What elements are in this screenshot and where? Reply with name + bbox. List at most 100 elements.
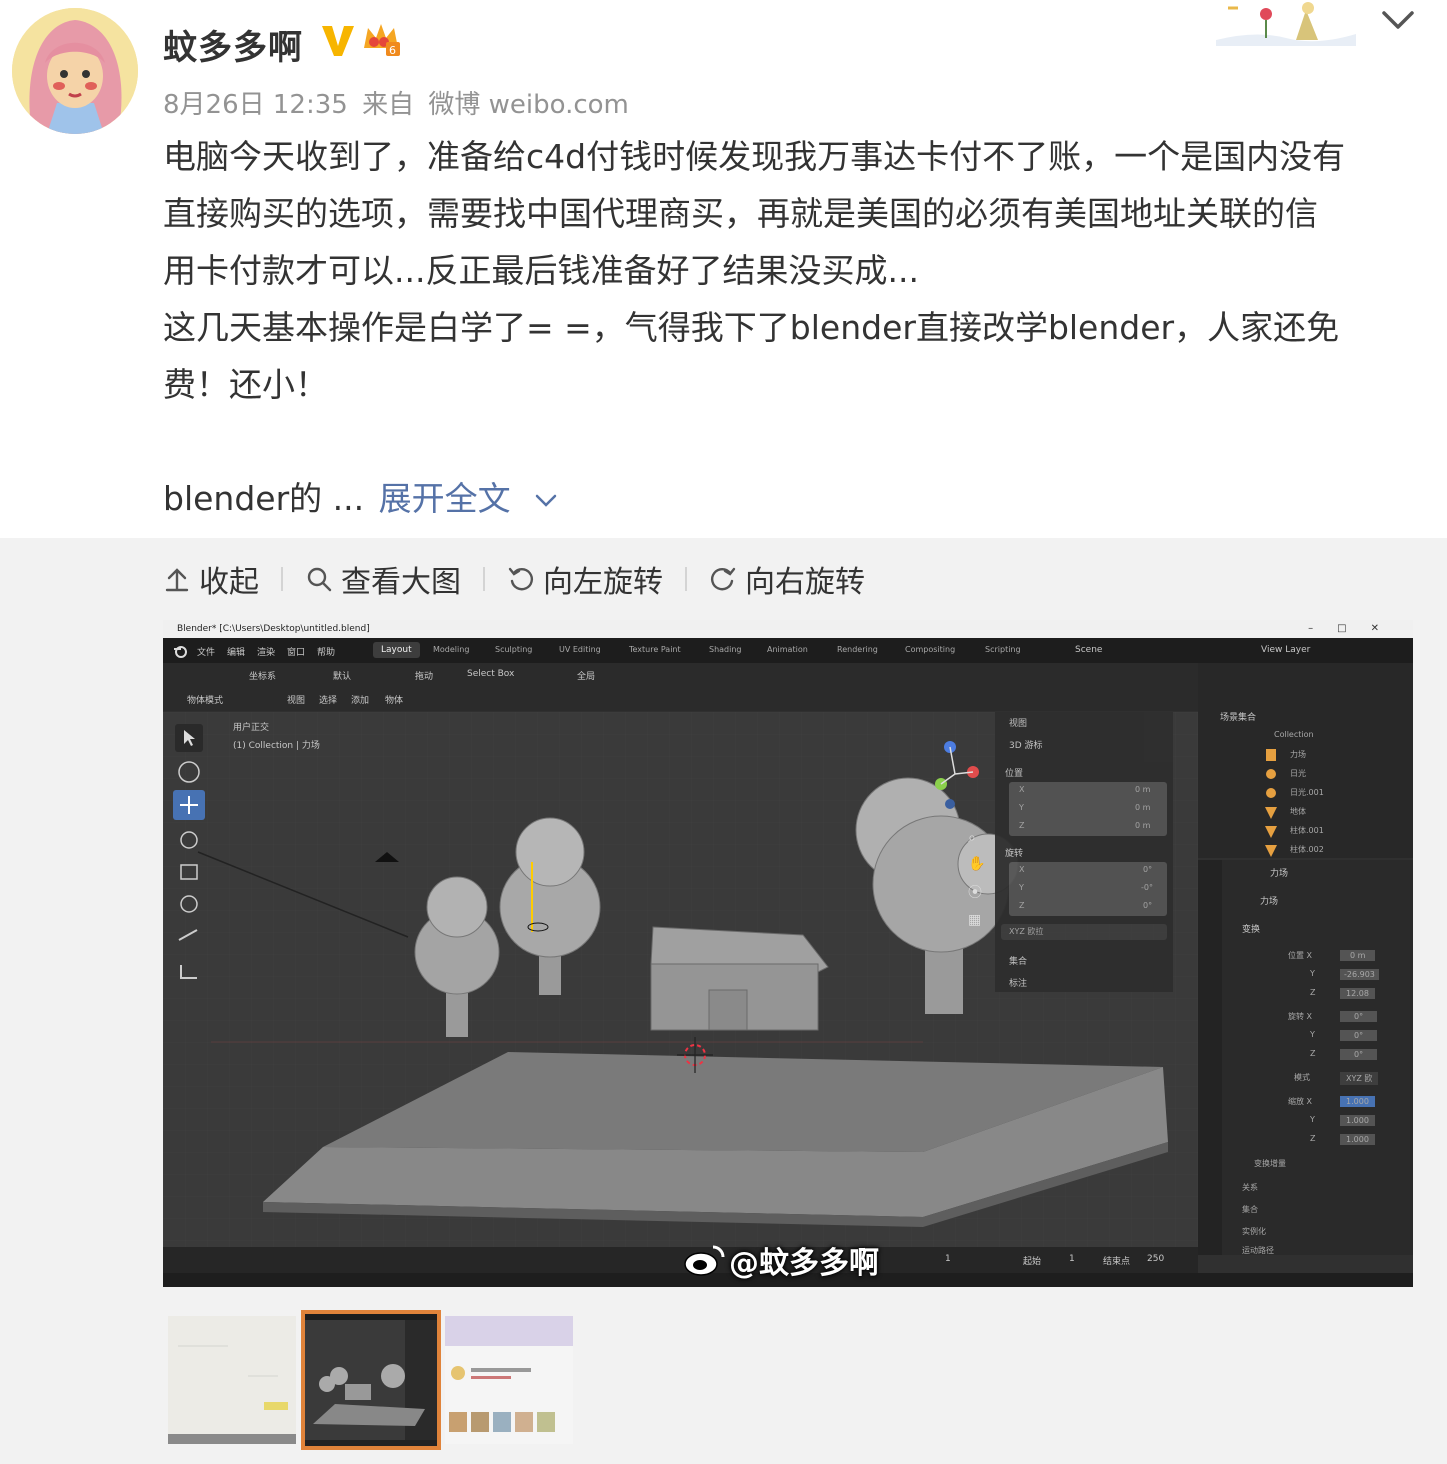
prop-subsection[interactable]: 变换增量 [1254, 1158, 1286, 1169]
collapse-button[interactable]: 收起 [163, 557, 259, 601]
prop-subsection[interactable]: 集合 [1242, 1204, 1258, 1215]
sidebar-n-panel: 视图 3D 游标 位置 X 0 m Y 0 m Z 0 m 旋转 X 0° Y … [995, 712, 1173, 992]
post-image-main[interactable]: Blender* [C:\Users\Desktop\untitled.blen… [163, 620, 1413, 1287]
outliner-object-icons [1265, 749, 1277, 857]
loc-z-value[interactable]: 0 m [1135, 821, 1150, 830]
npanel-annotation-section[interactable]: 标注 [1009, 976, 1027, 989]
tab-scripting[interactable]: Scripting [985, 645, 1021, 654]
select-box[interactable]: Select Box [467, 669, 514, 679]
toolbar-divider [685, 567, 687, 591]
outliner-item[interactable]: Collection [1274, 730, 1314, 739]
prop-value[interactable]: 1.000 [1340, 1134, 1375, 1145]
end-frame[interactable]: 250 [1147, 1254, 1164, 1264]
watermark-text: @蚊多多啊 [729, 1246, 879, 1281]
tab-modeling[interactable]: Modeling [433, 645, 469, 654]
timeline-bar: 1 起始 1 结束点 250 [163, 1247, 1198, 1273]
prop-label: Z [1310, 988, 1316, 997]
tab-layout[interactable]: Layout [373, 642, 420, 658]
orientation-label[interactable]: 坐标系 [249, 669, 276, 682]
rot-y-value[interactable]: -0° [1141, 883, 1153, 892]
prop-subsection[interactable]: 关系 [1242, 1182, 1258, 1193]
tab-uv-editing[interactable]: UV Editing [559, 645, 601, 654]
tab-texture-paint[interactable]: Texture Paint [629, 645, 681, 654]
prop-value[interactable]: 0° [1340, 1030, 1378, 1041]
tab-sculpting[interactable]: Sculpting [495, 645, 532, 654]
transform-section[interactable]: 变换 [1242, 922, 1260, 935]
outliner-root[interactable]: 场景集合 [1220, 710, 1256, 723]
npanel-collection-section[interactable]: 集合 [1009, 954, 1027, 967]
outliner-item[interactable]: 地体 [1290, 806, 1306, 817]
tab-compositing[interactable]: Compositing [905, 645, 955, 654]
menu-render[interactable]: 渲染 [257, 645, 275, 658]
object-mode[interactable]: 物体模式 [187, 693, 223, 706]
tab-rendering[interactable]: Rendering [837, 645, 878, 654]
drag-label[interactable]: 拖动 [415, 669, 433, 682]
camera-icon[interactable]: ⦿ [968, 882, 988, 902]
prop-value[interactable]: 0 m [1340, 950, 1376, 961]
menu-window[interactable]: 窗口 [287, 645, 305, 658]
prop-subsection[interactable]: 运动路径 [1242, 1245, 1274, 1256]
grid-icon[interactable]: ▦ [968, 912, 988, 928]
npanel-cursor-section[interactable]: 3D 游标 [1009, 738, 1043, 751]
end-frame-label: 结束点 [1103, 1257, 1131, 1267]
loc-x-value[interactable]: 0 m [1135, 785, 1150, 794]
view-menu[interactable]: 视图 [287, 693, 305, 706]
view-layer-selector[interactable]: View Layer [1261, 645, 1310, 655]
loc-y-value[interactable]: 0 m [1135, 803, 1150, 812]
prop-value[interactable]: 12.08 [1340, 988, 1375, 999]
start-frame[interactable]: 1 [1069, 1254, 1075, 1264]
rot-x-label: X [1019, 865, 1025, 874]
thumbnail-2-selected[interactable] [301, 1310, 441, 1450]
outliner-item[interactable]: 日光.001 [1290, 787, 1324, 798]
thumbnail-3[interactable] [445, 1316, 573, 1444]
menu-file[interactable]: 文件 [197, 645, 215, 658]
username[interactable]: 蚊多多啊 [163, 20, 303, 69]
select-menu[interactable]: 选择 [319, 693, 337, 706]
post-line: 直接购买的选项，需要找中国代理商买，再就是美国的必须有美国地址关联的信 [163, 194, 1318, 233]
prop-value[interactable]: 1.000 [1340, 1096, 1375, 1107]
post-tail-text: blender的 ... [163, 479, 365, 518]
expand-full-text-link[interactable]: 展开全文 [379, 479, 511, 518]
tab-animation[interactable]: Animation [767, 645, 808, 654]
avatar[interactable] [12, 8, 138, 134]
post-source[interactable]: 微博 weibo.com [428, 90, 629, 120]
pan-hand-icon[interactable]: ✋ [968, 856, 988, 872]
tab-shading[interactable]: Shading [709, 645, 742, 654]
prop-value[interactable]: -26.903 [1340, 969, 1379, 980]
current-frame[interactable]: 1 [945, 1254, 951, 1264]
npanel-view-section[interactable]: 视图 [1009, 716, 1027, 729]
post-date[interactable]: 8月26日 12:35 [163, 90, 348, 120]
prop-label: 缩放 X [1288, 1097, 1313, 1106]
rotate-left-button[interactable]: 向左旋转 [507, 557, 663, 601]
thumbnail-1[interactable] [168, 1316, 296, 1444]
prop-value[interactable]: 1.000 [1340, 1115, 1375, 1126]
chevron-down-icon[interactable] [1380, 4, 1416, 34]
rotation-label: 旋转 [1005, 849, 1024, 859]
prop-value[interactable]: 0° [1340, 1011, 1378, 1022]
expand-chevron-icon[interactable] [535, 494, 557, 508]
add-menu[interactable]: 添加 [351, 693, 369, 706]
view-large-button[interactable]: 查看大图 [305, 557, 461, 601]
outliner-item[interactable]: 柱体.002 [1290, 844, 1324, 855]
pivot-default[interactable]: 默认 [333, 669, 351, 682]
prop-value[interactable]: 0° [1340, 1049, 1378, 1060]
outliner-item[interactable]: 柱体.001 [1290, 825, 1324, 836]
rot-x-value[interactable]: 0° [1143, 865, 1152, 874]
prop-subsection[interactable]: 实例化 [1242, 1226, 1266, 1237]
prop-value[interactable]: XYZ 欧 [1340, 1072, 1379, 1085]
outliner-item[interactable]: 力场 [1290, 749, 1306, 760]
zoom-icon[interactable]: ⌕ [968, 830, 988, 846]
scene-selector[interactable]: Scene [1075, 645, 1102, 655]
loc-y-label: Y [1019, 803, 1024, 812]
properties-object-field[interactable]: 力场 [1260, 894, 1278, 907]
rotate-left-icon [508, 567, 533, 591]
outliner-item[interactable]: 日光 [1290, 768, 1306, 779]
rot-z-value[interactable]: 0° [1143, 901, 1152, 910]
rotate-right-button[interactable]: 向右旋转 [709, 557, 865, 601]
menu-edit[interactable]: 编辑 [227, 645, 245, 658]
global-transform[interactable]: 全局 [577, 669, 595, 682]
prop-label: 位置 X [1288, 951, 1313, 960]
menu-help[interactable]: 帮助 [317, 645, 335, 658]
object-menu[interactable]: 物体 [385, 693, 403, 706]
viewport-collection-label: (1) Collection | 力场 [233, 741, 320, 751]
